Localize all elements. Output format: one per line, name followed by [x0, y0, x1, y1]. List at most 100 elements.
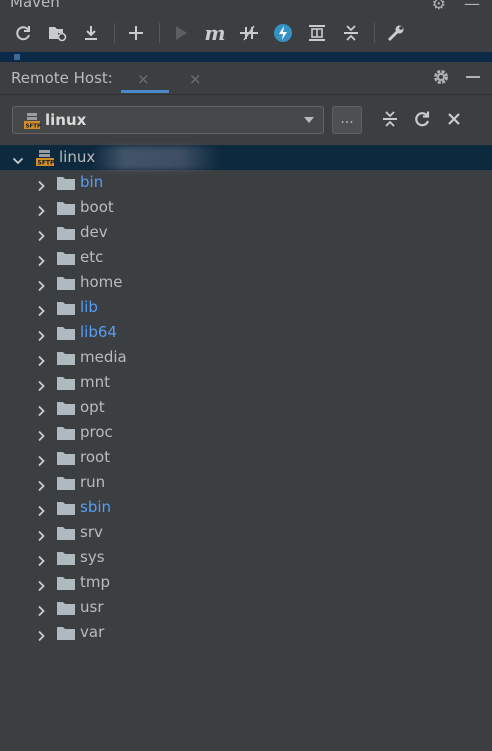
minimize-icon[interactable]: [464, 68, 482, 90]
tree-row-label: sbin: [80, 498, 112, 516]
chevron-right-icon[interactable]: [35, 252, 47, 267]
chevron-right-icon[interactable]: [35, 602, 47, 617]
folder-icon: [56, 225, 76, 245]
chevron-right-icon[interactable]: [35, 227, 47, 242]
tree-row-label: usr: [80, 598, 104, 616]
folder-icon: [56, 550, 76, 570]
chevron-right-icon[interactable]: [35, 452, 47, 467]
chevron-right-icon[interactable]: [35, 352, 47, 367]
tree-row-dev[interactable]: dev: [0, 220, 492, 245]
close-icon[interactable]: ×: [137, 70, 150, 88]
chevron-right-icon[interactable]: [35, 502, 47, 517]
reimport-folder-icon[interactable]: [44, 20, 70, 46]
chevron-down-icon[interactable]: [304, 117, 314, 123]
folder-icon: [56, 575, 76, 595]
maven-header: Maven ⚙ —: [0, 0, 492, 14]
tree-row-lib64[interactable]: lib64: [0, 320, 492, 345]
chevron-right-icon[interactable]: [35, 527, 47, 542]
tree-row-mnt[interactable]: mnt: [0, 370, 492, 395]
chevron-right-icon[interactable]: [35, 477, 47, 492]
tree-row-boot[interactable]: boot: [0, 195, 492, 220]
tree-row-sbin[interactable]: sbin: [0, 495, 492, 520]
download-icon[interactable]: [78, 20, 104, 46]
tree-row-label: dev: [80, 223, 108, 241]
browse-button[interactable]: ...: [332, 106, 362, 134]
tree-row-etc[interactable]: etc: [0, 245, 492, 270]
add-icon[interactable]: [123, 20, 149, 46]
redacted-host-address: [92, 146, 220, 170]
tree-row-srv[interactable]: srv: [0, 520, 492, 545]
close-icon[interactable]: [444, 109, 464, 133]
chevron-right-icon[interactable]: [35, 627, 47, 642]
tree-row-label: var: [80, 623, 105, 641]
folder-icon: [56, 200, 76, 220]
collapse-all-icon[interactable]: [338, 20, 364, 46]
tree-row-usr[interactable]: usr: [0, 595, 492, 620]
folder-icon: [56, 350, 76, 370]
tree-row-label: etc: [80, 248, 104, 266]
toggle-offline-icon[interactable]: [236, 20, 262, 46]
close-icon[interactable]: ×: [189, 70, 202, 88]
tree-row-label: root: [80, 448, 111, 466]
tree-row-label: lib: [80, 298, 98, 316]
settings-wrench-icon[interactable]: [383, 20, 409, 46]
maven-goal-icon[interactable]: m: [202, 20, 228, 46]
sftp-server-icon: SFTP: [35, 149, 55, 171]
gear-icon[interactable]: [432, 68, 450, 90]
tree-row-label: proc: [80, 423, 113, 441]
toolbar-separator: [114, 23, 115, 43]
chevron-right-icon[interactable]: [35, 177, 47, 192]
skip-tests-icon[interactable]: [270, 20, 296, 46]
chevron-right-icon[interactable]: [35, 402, 47, 417]
show-dependencies-icon[interactable]: [304, 20, 330, 46]
folder-icon: [56, 425, 76, 445]
svg-text:SFTP: SFTP: [26, 124, 42, 130]
tree-row-run[interactable]: run: [0, 470, 492, 495]
remote-host-tab-2[interactable]: ×: [173, 62, 221, 95]
tree-row-proc[interactable]: proc: [0, 420, 492, 445]
maven-toolbar: m: [0, 14, 492, 52]
tree-row-opt[interactable]: opt: [0, 395, 492, 420]
tree-row-var[interactable]: var: [0, 620, 492, 645]
remote-host-title: Remote Host:: [11, 69, 113, 87]
chevron-right-icon[interactable]: [35, 277, 47, 292]
chevron-right-icon[interactable]: [35, 202, 47, 217]
tree-row-sys[interactable]: sys: [0, 545, 492, 570]
host-select[interactable]: SFTP linux: [12, 106, 324, 134]
refresh-icon[interactable]: [10, 20, 36, 46]
refresh-icon[interactable]: [412, 109, 432, 133]
chevron-right-icon[interactable]: [35, 577, 47, 592]
remote-host-tab-1[interactable]: ×: [121, 62, 169, 95]
chevron-right-icon[interactable]: [35, 552, 47, 567]
folder-icon: [56, 400, 76, 420]
tree-row-label: run: [80, 473, 106, 491]
folder-list: bin boot dev etc home lib lib64 media mnt opt proc…: [0, 170, 492, 645]
maven-settings-icon[interactable]: ⚙: [432, 0, 446, 13]
tree-row-label: home: [80, 273, 123, 291]
tree-row-bin[interactable]: bin: [0, 170, 492, 195]
folder-icon: [56, 625, 76, 645]
folder-icon: [56, 300, 76, 320]
tree-row-media[interactable]: media: [0, 345, 492, 370]
tree-row-root[interactable]: root: [0, 445, 492, 470]
tree-row-label: srv: [80, 523, 103, 541]
chevron-right-icon[interactable]: [35, 327, 47, 342]
tree-row-home[interactable]: home: [0, 270, 492, 295]
chevron-right-icon[interactable]: [35, 302, 47, 317]
folder-icon: [56, 375, 76, 395]
chevron-right-icon[interactable]: [35, 427, 47, 442]
run-icon[interactable]: [168, 20, 194, 46]
tree-root-row[interactable]: SFTP linux: [0, 145, 492, 170]
svg-text:SFTP: SFTP: [38, 160, 56, 167]
chevron-right-icon[interactable]: [35, 377, 47, 392]
collapse-all-icon[interactable]: [380, 109, 400, 133]
tree-row-tmp[interactable]: tmp: [0, 570, 492, 595]
chevron-down-icon[interactable]: [12, 152, 24, 165]
tree-row-label: boot: [80, 198, 114, 216]
folder-icon: [56, 275, 76, 295]
maven-hide-icon[interactable]: —: [464, 0, 480, 13]
maven-tree-strip: [0, 52, 492, 62]
tree-row-lib[interactable]: lib: [0, 295, 492, 320]
tree-row-label: lib64: [80, 323, 117, 341]
host-selector-bar: SFTP linux ...: [0, 95, 492, 145]
